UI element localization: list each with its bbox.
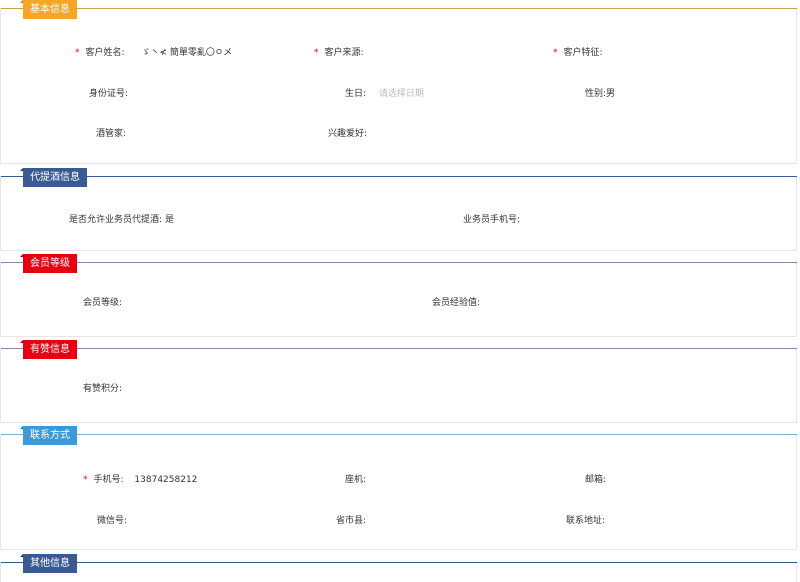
- address-label: 联系地址:: [566, 516, 606, 526]
- wine-butler-label: 酒管家:: [96, 129, 127, 139]
- landline-label: 座机:: [345, 475, 367, 485]
- customer-feature-field[interactable]: * 客户特征:: [553, 45, 603, 58]
- customer-name-label: 客户姓名:: [85, 48, 125, 58]
- region-field[interactable]: 省市县:: [336, 513, 366, 526]
- youzan-points-label: 有赞积分:: [83, 384, 123, 394]
- section-divider: [1, 8, 797, 9]
- customer-source-label: 客户来源:: [324, 48, 364, 58]
- customer-name-field: * 客户姓名: ゞ丶≮ 簡單零亂〇ㅇメ: [75, 45, 232, 58]
- mobile-value[interactable]: 13874258212: [134, 475, 197, 485]
- youzan-points-field[interactable]: 有赞积分:: [83, 381, 122, 394]
- required-mark: *: [83, 475, 88, 485]
- wechat-label: 微信号:: [97, 516, 128, 526]
- id-number-field[interactable]: 身份证号:: [89, 86, 128, 99]
- section-divider: [1, 262, 797, 263]
- allow-proxy-field: 是否允许业务员代提酒: 是: [69, 212, 174, 225]
- sales-phone-label: 业务员手机号:: [463, 215, 521, 225]
- section-title-member: 会员等级: [20, 254, 77, 273]
- region-label: 省市县:: [336, 516, 367, 526]
- required-mark: *: [553, 48, 558, 58]
- mobile-label: 手机号:: [93, 475, 124, 485]
- section-divider: [1, 562, 797, 563]
- section-divider: [1, 434, 797, 435]
- mobile-field: * 手机号: 13874258212: [83, 472, 197, 485]
- sales-phone-field[interactable]: 业务员手机号:: [463, 212, 520, 225]
- gender-value: 男: [606, 89, 616, 99]
- section-title-basic: 基本信息: [20, 0, 77, 19]
- customer-feature-label: 客户特征:: [563, 48, 603, 58]
- section-title-proxy: 代提酒信息: [20, 168, 87, 187]
- hobbies-field[interactable]: 兴趣爱好:: [328, 126, 367, 139]
- wechat-field[interactable]: 微信号:: [97, 513, 127, 526]
- member-exp-field[interactable]: 会员经验值:: [432, 295, 480, 308]
- gender-label: 性别:: [585, 89, 607, 99]
- customer-name-value[interactable]: ゞ丶≮ 簡單零亂〇ㅇメ: [141, 48, 232, 58]
- id-number-label: 身份证号:: [89, 89, 129, 99]
- allow-proxy-value[interactable]: 是: [165, 215, 174, 225]
- section-member-level: 会员等级 会员等级: 会员经验值:: [0, 254, 797, 337]
- birthday-label: 生日:: [345, 89, 367, 99]
- member-level-label: 会员等级:: [83, 298, 123, 308]
- customer-source-field[interactable]: * 客户来源:: [314, 45, 364, 58]
- section-contact: 联系方式 * 手机号: 13874258212 座机: 邮箱: 微信号: 省市县:…: [0, 426, 797, 550]
- allow-proxy-label: 是否允许业务员代提酒:: [69, 215, 163, 225]
- hobbies-label: 兴趣爱好:: [328, 129, 368, 139]
- section-other-info: 其他信息: [0, 554, 797, 582]
- section-divider: [1, 348, 797, 349]
- wine-butler-field[interactable]: 酒管家:: [96, 126, 126, 139]
- section-title-other: 其他信息: [20, 554, 77, 573]
- member-level-field[interactable]: 会员等级:: [83, 295, 122, 308]
- section-youzan-info: 有赞信息 有赞积分:: [0, 340, 797, 423]
- required-mark: *: [75, 48, 80, 58]
- section-title-youzan: 有赞信息: [20, 340, 77, 359]
- birthday-date-picker[interactable]: 请选择日期: [379, 89, 424, 99]
- email-label: 邮箱:: [585, 475, 607, 485]
- landline-field[interactable]: 座机:: [345, 472, 366, 485]
- gender-field[interactable]: 性别:男: [585, 86, 615, 99]
- member-exp-label: 会员经验值:: [432, 298, 481, 308]
- section-title-contact: 联系方式: [20, 426, 77, 445]
- email-field[interactable]: 邮箱:: [585, 472, 606, 485]
- section-basic-info: 基本信息 * 客户姓名: ゞ丶≮ 簡單零亂〇ㅇメ * 客户来源: * 客户特征: 身份…: [0, 0, 797, 164]
- birthday-field: 生日: 请选择日期: [345, 86, 424, 99]
- address-field[interactable]: 联系地址:: [566, 513, 605, 526]
- section-divider: [1, 176, 797, 177]
- required-mark: *: [314, 48, 319, 58]
- section-proxy-pickup: 代提酒信息 是否允许业务员代提酒: 是 业务员手机号:: [0, 168, 797, 251]
